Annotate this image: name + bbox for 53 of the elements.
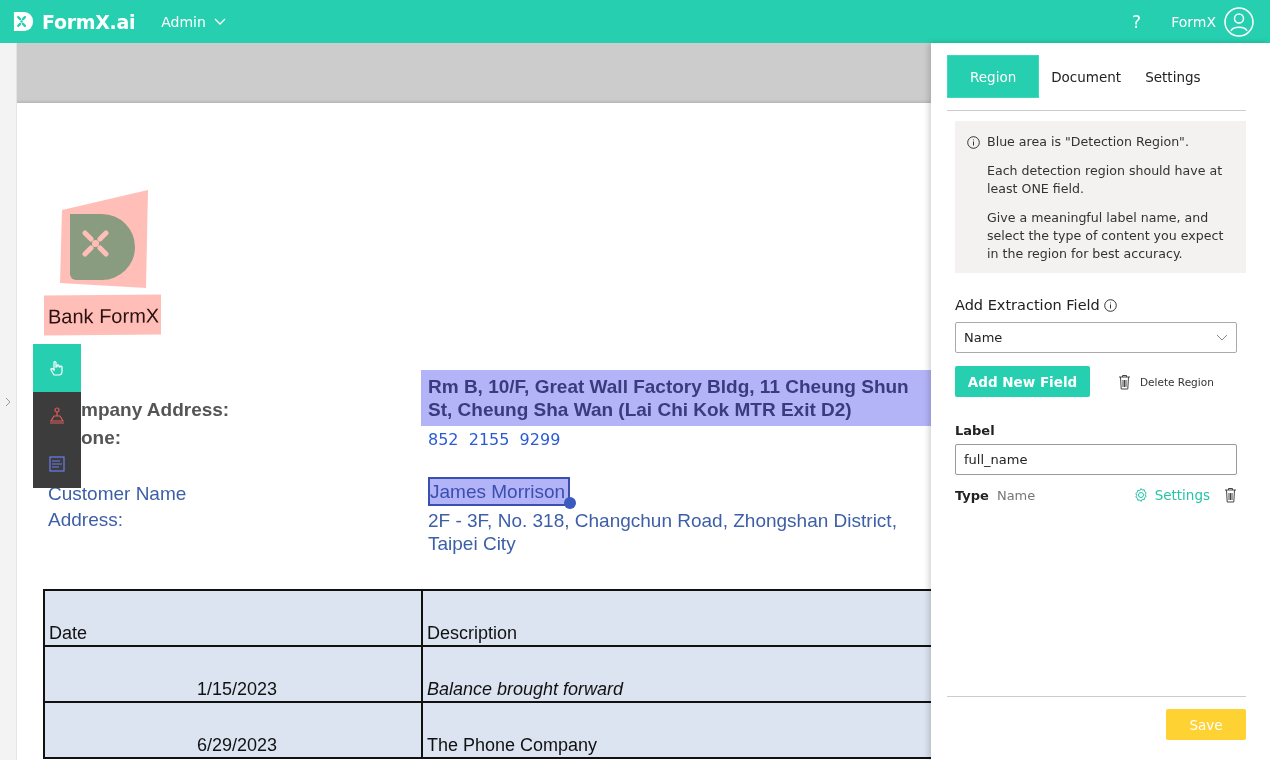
hand-tool[interactable] xyxy=(33,344,81,392)
field-value: 852 2155 9299 xyxy=(428,429,561,451)
label-title: Label xyxy=(955,423,996,438)
field-label: Address: xyxy=(48,509,123,531)
panel-tab[interactable]: Settings xyxy=(1133,55,1213,98)
table-cell: The Phone Company xyxy=(423,703,931,757)
section-title: Add Extraction Field xyxy=(955,297,1100,313)
field-type-dropdown[interactable]: Name xyxy=(955,322,1237,353)
value-text: St, Cheung Sha Wan (Lai Chi Kok MTR Exit D2) xyxy=(428,398,853,421)
delete-region-button[interactable]: Delete Region xyxy=(1118,373,1214,390)
bank-name-region: Bank FormX xyxy=(44,294,161,336)
trash-icon xyxy=(1118,373,1131,390)
avatar-icon[interactable] xyxy=(1224,6,1254,37)
label-input[interactable]: full_name xyxy=(955,444,1237,475)
brand-name: FormX.ai xyxy=(42,10,136,33)
panel-tab[interactable]: Document xyxy=(1039,55,1134,98)
selected-region[interactable]: James Morrison xyxy=(428,477,571,506)
detection-region[interactable]: Rm B, 10/F, Great Wall Factory Bldg, 11 Cheung Shun St, Cheung Sha Wan (Lai Chi Kok MTR Exit D2) xyxy=(421,370,931,426)
admin-menu[interactable]: Admin xyxy=(161,13,226,30)
field-label: mpany Address: xyxy=(81,399,230,421)
panel-tab[interactable]: Region xyxy=(947,55,1040,98)
table-cell: 6/29/2023 xyxy=(45,703,423,757)
settings-link[interactable]: Settings xyxy=(1132,487,1210,503)
field-label: one: xyxy=(81,427,122,449)
type-title: Type xyxy=(955,487,989,503)
stamp-icon xyxy=(49,407,65,425)
type-value: Name xyxy=(996,487,1036,503)
column-header: Date xyxy=(45,591,423,645)
chevron-right-icon[interactable] xyxy=(5,396,11,407)
info-icon xyxy=(967,136,980,149)
help-button[interactable]: ? xyxy=(1132,11,1142,32)
table-cell: Balance brought forward xyxy=(423,647,931,701)
info-text: Give a meaningful label name, and select the type of content you expect in the region for best accuracy. xyxy=(987,209,1225,263)
info-text: Each detection region should have at least ONE field. xyxy=(987,162,1224,198)
resize-handle[interactable] xyxy=(564,497,577,509)
info-icon[interactable] xyxy=(1103,298,1117,312)
column-header: Description xyxy=(423,591,931,645)
region-tool[interactable] xyxy=(33,392,81,440)
field-value: 2F - 3F, No. 318, Changchun Road, Zhongshan District, Taipei City xyxy=(428,509,897,555)
user-name: FormX xyxy=(1171,13,1216,30)
trash-icon[interactable] xyxy=(1224,487,1237,503)
table-cell: 1/15/2023 xyxy=(45,647,423,701)
settings-icon xyxy=(1132,487,1149,503)
info-text: Blue area is "Detection Region". xyxy=(987,133,1190,151)
chevron-down-icon xyxy=(213,17,226,26)
value-text: Rm B, 10/F, Great Wall Factory Bldg, 11 Cheung Shun xyxy=(428,375,910,398)
field-label: Customer Name xyxy=(48,483,187,505)
logo-icon xyxy=(12,10,35,33)
chevron-down-icon xyxy=(1216,334,1228,341)
text-tool[interactable] xyxy=(33,440,81,488)
hand-pointer-icon xyxy=(48,359,66,377)
add-field-button[interactable]: Add New Field xyxy=(955,366,1090,397)
text-block-icon xyxy=(49,456,65,472)
